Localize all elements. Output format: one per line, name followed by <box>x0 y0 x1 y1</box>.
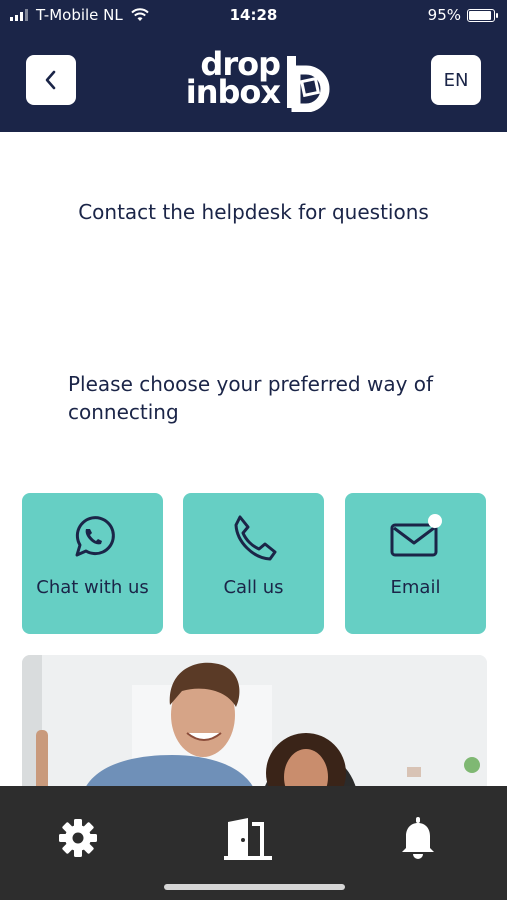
couple-photo <box>22 655 487 795</box>
tab-settings[interactable] <box>48 816 108 866</box>
dropinbox-logo: drop inbox <box>168 48 343 112</box>
battery-icon <box>467 8 498 22</box>
email-option-label: Email <box>390 577 441 598</box>
home-indicator[interactable] <box>164 884 345 890</box>
chat-option-label: Chat with us <box>36 577 149 598</box>
chevron-left-icon <box>45 70 56 90</box>
bottom-tab-bar <box>0 786 507 900</box>
chat-option-button[interactable]: Chat with us <box>22 493 163 634</box>
call-option-button[interactable]: Call us <box>183 493 324 634</box>
battery-percent: 95% <box>427 6 461 24</box>
logo-mark-icon <box>287 56 330 112</box>
envelope-icon <box>390 514 442 557</box>
back-button[interactable] <box>26 55 76 105</box>
tab-notifications[interactable] <box>388 816 448 866</box>
phone-icon <box>234 515 276 561</box>
logo-word-inbox: inbox <box>185 73 281 111</box>
call-option-label: Call us <box>223 577 284 598</box>
app-header: T-Mobile NL 14:28 95% drop inbox EN <box>0 0 507 132</box>
instructions-text: Please choose your preferred way of conn… <box>68 372 434 424</box>
status-bar: T-Mobile NL 14:28 95% <box>0 0 507 30</box>
whatsapp-icon <box>75 516 115 557</box>
email-option-button[interactable]: Email <box>345 493 486 634</box>
door-icon <box>224 818 272 860</box>
tab-logout[interactable] <box>218 816 278 866</box>
bell-icon <box>402 817 434 859</box>
gear-icon <box>59 819 97 857</box>
language-button[interactable]: EN <box>431 55 481 105</box>
page-title: Contact the helpdesk for questions <box>78 200 429 224</box>
